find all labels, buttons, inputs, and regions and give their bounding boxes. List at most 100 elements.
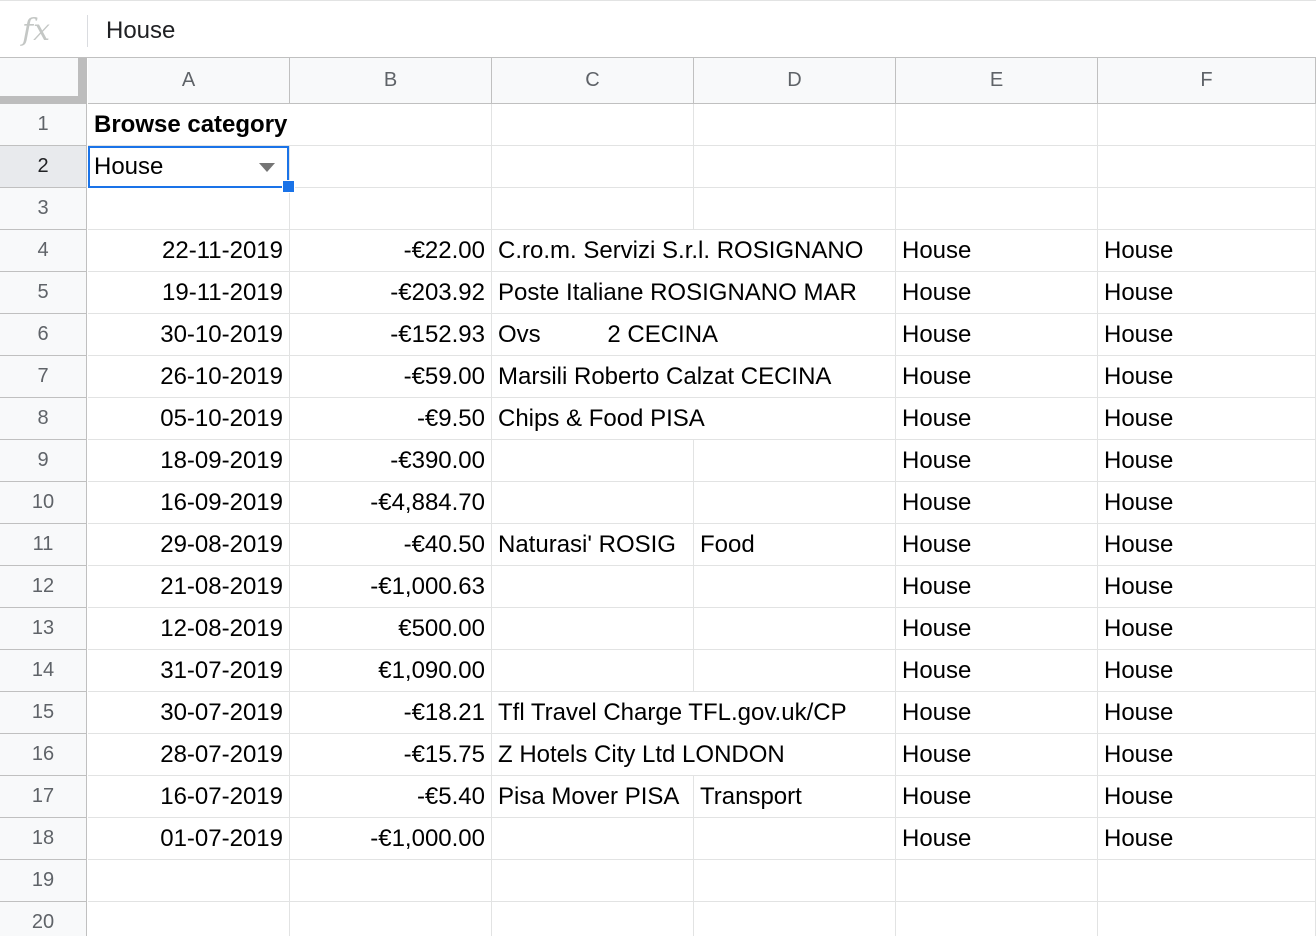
cell-c16[interactable]: Z Hotels City Ltd LONDON xyxy=(492,734,785,776)
cell-d6[interactable] xyxy=(694,314,896,356)
cell-c8[interactable]: Chips & Food PISA xyxy=(492,398,705,440)
cell-e19[interactable] xyxy=(896,860,1098,902)
cell-b12[interactable]: -€1,000.63 xyxy=(290,566,492,608)
cell-f18[interactable]: House xyxy=(1098,818,1316,860)
cell-e16[interactable]: House xyxy=(896,734,1098,776)
cell-d11[interactable]: Food xyxy=(694,524,896,566)
cell-f13[interactable]: House xyxy=(1098,608,1316,650)
cell-b14[interactable]: €1,090.00 xyxy=(290,650,492,692)
column-header-a[interactable]: A xyxy=(88,58,290,104)
cell-b13[interactable]: €500.00 xyxy=(290,608,492,650)
cell-c12[interactable] xyxy=(492,566,694,608)
cell-a3[interactable] xyxy=(88,188,290,230)
row-header-13[interactable]: 13 xyxy=(0,608,87,650)
row-header-12[interactable]: 12 xyxy=(0,566,87,608)
formula-input[interactable]: House xyxy=(106,17,175,45)
cell-c20[interactable] xyxy=(492,902,694,936)
cell-d7[interactable] xyxy=(694,356,896,398)
cell-b15[interactable]: -€18.21 xyxy=(290,692,492,734)
row-header-7[interactable]: 7 xyxy=(0,356,87,398)
cell-e6[interactable]: House xyxy=(896,314,1098,356)
row-header-11[interactable]: 11 xyxy=(0,524,87,566)
cell-a10[interactable]: 16-09-2019 xyxy=(88,482,290,524)
cell-b8[interactable]: -€9.50 xyxy=(290,398,492,440)
cell-e20[interactable] xyxy=(896,902,1098,936)
cell-e3[interactable] xyxy=(896,188,1098,230)
cell-a17[interactable]: 16-07-2019 xyxy=(88,776,290,818)
cell-d14[interactable] xyxy=(694,650,896,692)
cell-c6[interactable]: Ovs 2 CECINA xyxy=(492,314,718,356)
cell-d15[interactable] xyxy=(694,692,896,734)
column-header-b[interactable]: B xyxy=(290,58,492,104)
cell-b2[interactable] xyxy=(290,146,492,188)
cell-e12[interactable]: House xyxy=(896,566,1098,608)
row-header-6[interactable]: 6 xyxy=(0,314,87,356)
cell-c11[interactable]: Naturasi' ROSIG xyxy=(492,524,694,566)
cell-e14[interactable]: House xyxy=(896,650,1098,692)
cell-d2[interactable] xyxy=(694,146,896,188)
cell-a6[interactable]: 30-10-2019 xyxy=(88,314,290,356)
cell-d10[interactable] xyxy=(694,482,896,524)
row-header-10[interactable]: 10 xyxy=(0,482,87,524)
cell-b1[interactable] xyxy=(290,104,492,146)
cell-e8[interactable]: House xyxy=(896,398,1098,440)
cell-b17[interactable]: -€5.40 xyxy=(290,776,492,818)
row-header-4[interactable]: 4 xyxy=(0,230,87,272)
cell-d1[interactable] xyxy=(694,104,896,146)
cell-e2[interactable] xyxy=(896,146,1098,188)
cell-f14[interactable]: House xyxy=(1098,650,1316,692)
cell-b16[interactable]: -€15.75 xyxy=(290,734,492,776)
cell-e9[interactable]: House xyxy=(896,440,1098,482)
cell-d9[interactable] xyxy=(694,440,896,482)
cell-b11[interactable]: -€40.50 xyxy=(290,524,492,566)
cell-c9[interactable] xyxy=(492,440,694,482)
cell-b9[interactable]: -€390.00 xyxy=(290,440,492,482)
cell-f10[interactable]: House xyxy=(1098,482,1316,524)
spreadsheet-grid[interactable]: A B C D E F 1 Browse category 2 House 3 4 22-11-2019… xyxy=(0,58,1316,936)
cell-e13[interactable]: House xyxy=(896,608,1098,650)
cell-c14[interactable] xyxy=(492,650,694,692)
row-header-2[interactable]: 2 xyxy=(0,146,87,188)
cell-d18[interactable] xyxy=(694,818,896,860)
row-header-20[interactable]: 20 xyxy=(0,902,87,936)
cell-d12[interactable] xyxy=(694,566,896,608)
fill-handle[interactable] xyxy=(282,180,295,193)
cell-d3[interactable] xyxy=(694,188,896,230)
row-header-17[interactable]: 17 xyxy=(0,776,87,818)
cell-e10[interactable]: House xyxy=(896,482,1098,524)
row-header-19[interactable]: 19 xyxy=(0,860,87,902)
cell-f7[interactable]: House xyxy=(1098,356,1316,398)
cell-b18[interactable]: -€1,000.00 xyxy=(290,818,492,860)
cell-e11[interactable]: House xyxy=(896,524,1098,566)
cell-f4[interactable]: House xyxy=(1098,230,1316,272)
cell-a14[interactable]: 31-07-2019 xyxy=(88,650,290,692)
cell-d8[interactable] xyxy=(694,398,896,440)
cell-d20[interactable] xyxy=(694,902,896,936)
cell-c4[interactable]: C.ro.m. Servizi S.r.l. ROSIGNANO xyxy=(492,230,863,272)
cell-c10[interactable] xyxy=(492,482,694,524)
cell-f17[interactable]: House xyxy=(1098,776,1316,818)
cell-c18[interactable] xyxy=(492,818,694,860)
row-header-9[interactable]: 9 xyxy=(0,440,87,482)
row-header-18[interactable]: 18 xyxy=(0,818,87,860)
row-header-3[interactable]: 3 xyxy=(0,188,87,230)
cell-e15[interactable]: House xyxy=(896,692,1098,734)
cell-e5[interactable]: House xyxy=(896,272,1098,314)
cell-a15[interactable]: 30-07-2019 xyxy=(88,692,290,734)
cell-a8[interactable]: 05-10-2019 xyxy=(88,398,290,440)
cell-c7[interactable]: Marsili Roberto Calzat CECINA xyxy=(492,356,831,398)
cell-f19[interactable] xyxy=(1098,860,1316,902)
cell-a11[interactable]: 29-08-2019 xyxy=(88,524,290,566)
row-header-1[interactable]: 1 xyxy=(0,104,87,146)
cell-d4[interactable] xyxy=(694,230,896,272)
cell-a16[interactable]: 28-07-2019 xyxy=(88,734,290,776)
cell-d16[interactable] xyxy=(694,734,896,776)
chevron-down-icon[interactable] xyxy=(259,163,275,172)
row-header-15[interactable]: 15 xyxy=(0,692,87,734)
cell-c13[interactable] xyxy=(492,608,694,650)
cell-a1[interactable]: Browse category xyxy=(88,104,290,146)
column-header-c[interactable]: C xyxy=(492,58,694,104)
cell-f11[interactable]: House xyxy=(1098,524,1316,566)
cell-f9[interactable]: House xyxy=(1098,440,1316,482)
cell-f8[interactable]: House xyxy=(1098,398,1316,440)
